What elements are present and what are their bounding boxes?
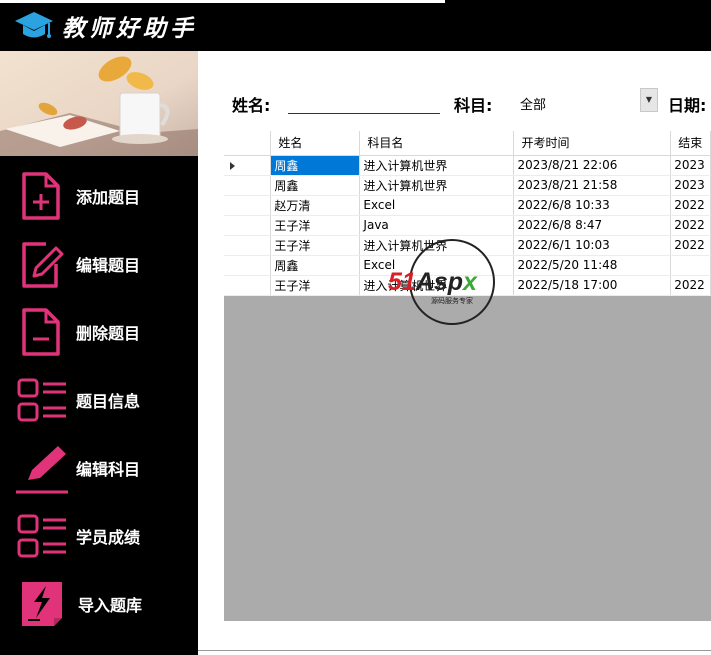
row-header[interactable]	[224, 275, 272, 296]
row-header[interactable]	[224, 255, 272, 276]
list-icon	[17, 378, 66, 422]
add-document-icon	[22, 172, 60, 220]
cell-start-time[interactable]: 2022/5/18 17:00	[513, 275, 672, 296]
cell-subject[interactable]: 进入计算机世界	[359, 175, 515, 196]
row-header[interactable]	[224, 155, 272, 176]
cell-start-time[interactable]: 2022/5/20 11:48	[513, 255, 672, 276]
sidebar-item-edit-question[interactable]: 编辑题目	[0, 230, 198, 296]
main-panel: 姓名: 科目: 全部 ▼ 日期: 姓名 科目名 开考时间 结束 周鑫 进入计算机…	[198, 51, 711, 655]
row-header[interactable]	[224, 215, 272, 236]
cell-start-time[interactable]: 2023/8/21 21:58	[513, 175, 672, 196]
sidebar-item-label: 编辑题目	[76, 256, 141, 275]
sidebar-item-label: 题目信息	[76, 392, 141, 411]
sidebar-item-delete-question[interactable]: 删除题目	[0, 298, 198, 364]
column-header-name[interactable]: 姓名	[270, 131, 361, 156]
row-header[interactable]	[224, 195, 272, 216]
sidebar-item-label: 添加题目	[76, 188, 141, 207]
cell-end-time[interactable]: 2023	[670, 175, 711, 196]
sidebar-item-import-bank[interactable]: 导入题库	[0, 570, 198, 636]
cell-start-time[interactable]: 2022/6/1 10:03	[513, 235, 672, 256]
cell-start-time[interactable]: 2023/8/21 22:06	[513, 155, 672, 176]
cell-end-time[interactable]: 2023	[670, 155, 711, 176]
pencil-icon	[16, 446, 68, 494]
app-title: 教师好助手	[62, 15, 197, 42]
subject-label: 科目:	[454, 96, 493, 115]
edit-document-icon	[22, 242, 64, 288]
banner-image	[0, 51, 198, 156]
sidebar-item-edit-subject[interactable]: 编辑科目	[0, 434, 198, 500]
table-row[interactable]: 周鑫 进入计算机世界 2023/8/21 21:58 2023	[224, 175, 711, 196]
cell-name[interactable]: 周鑫	[270, 155, 361, 176]
row-header-corner	[224, 131, 272, 156]
cell-end-time[interactable]: 2022	[670, 275, 711, 296]
column-header-start-time[interactable]: 开考时间	[513, 131, 672, 156]
cell-name[interactable]: 王子洋	[270, 275, 361, 296]
table-row[interactable]: 周鑫 进入计算机世界 2023/8/21 22:06 2023	[224, 155, 711, 176]
watermark-brand: 51Aspx	[388, 268, 478, 296]
cell-name[interactable]: 周鑫	[270, 175, 361, 196]
import-icon	[22, 582, 62, 626]
list-icon	[17, 514, 66, 558]
cell-subject[interactable]: Java	[359, 215, 515, 236]
cell-subject[interactable]: Excel	[359, 195, 515, 216]
row-header[interactable]	[224, 175, 272, 196]
cell-name[interactable]: 赵万清	[270, 195, 361, 216]
cell-start-time[interactable]: 2022/6/8 8:47	[513, 215, 672, 236]
sidebar: 添加题目 编辑题目 删除题目 题目信息 编辑科目 学员成绩 导入题库	[0, 51, 198, 655]
cell-start-time[interactable]: 2022/6/8 10:33	[513, 195, 672, 216]
sidebar-item-label: 删除题目	[76, 324, 141, 343]
cell-end-time[interactable]: 2022	[670, 235, 711, 256]
column-header-subject[interactable]: 科目名	[359, 131, 515, 156]
results-grid[interactable]: 姓名 科目名 开考时间 结束 周鑫 进入计算机世界 2023/8/21 22:0…	[224, 131, 711, 621]
subject-select-value[interactable]: 全部	[520, 94, 546, 113]
table-row[interactable]: 赵万清 Excel 2022/6/8 10:33 2022	[224, 195, 711, 216]
cell-subject[interactable]: 进入计算机世界	[359, 155, 515, 176]
row-header[interactable]	[224, 235, 272, 256]
sidebar-item-label: 导入题库	[78, 596, 143, 615]
sidebar-item-add-question[interactable]: 添加题目	[0, 162, 198, 228]
cell-end-time[interactable]: 2022	[670, 195, 711, 216]
cell-name[interactable]: 王子洋	[270, 215, 361, 236]
remove-document-icon	[22, 308, 60, 356]
sidebar-item-question-info[interactable]: 题目信息	[0, 366, 198, 432]
sidebar-item-student-scores[interactable]: 学员成绩	[0, 502, 198, 568]
graduation-cap-icon	[15, 12, 53, 38]
column-header-end-time[interactable]: 结束	[670, 131, 711, 156]
date-label: 日期:	[668, 96, 707, 115]
sidebar-item-label: 编辑科目	[76, 460, 141, 479]
cell-end-time[interactable]: 2022	[670, 215, 711, 236]
cell-name[interactable]: 王子洋	[270, 235, 361, 256]
title-bar: 教师好助手	[0, 0, 711, 51]
chevron-down-icon[interactable]: ▼	[640, 88, 658, 112]
bottom-divider	[198, 650, 711, 651]
watermark-tagline: 源码服务专家	[431, 296, 473, 305]
cell-end-time[interactable]	[670, 255, 711, 276]
table-row[interactable]: 王子洋 Java 2022/6/8 8:47 2022	[224, 215, 711, 236]
name-input[interactable]	[288, 90, 440, 114]
table-header-row: 姓名 科目名 开考时间 结束	[224, 131, 711, 156]
sidebar-item-label: 学员成绩	[76, 528, 141, 547]
title-accent-line	[0, 0, 445, 3]
cell-name[interactable]: 周鑫	[270, 255, 361, 276]
watermark-logo: 51Aspx 源码服务专家	[388, 239, 495, 325]
current-row-arrow-icon	[230, 161, 235, 170]
name-label: 姓名:	[232, 96, 271, 115]
